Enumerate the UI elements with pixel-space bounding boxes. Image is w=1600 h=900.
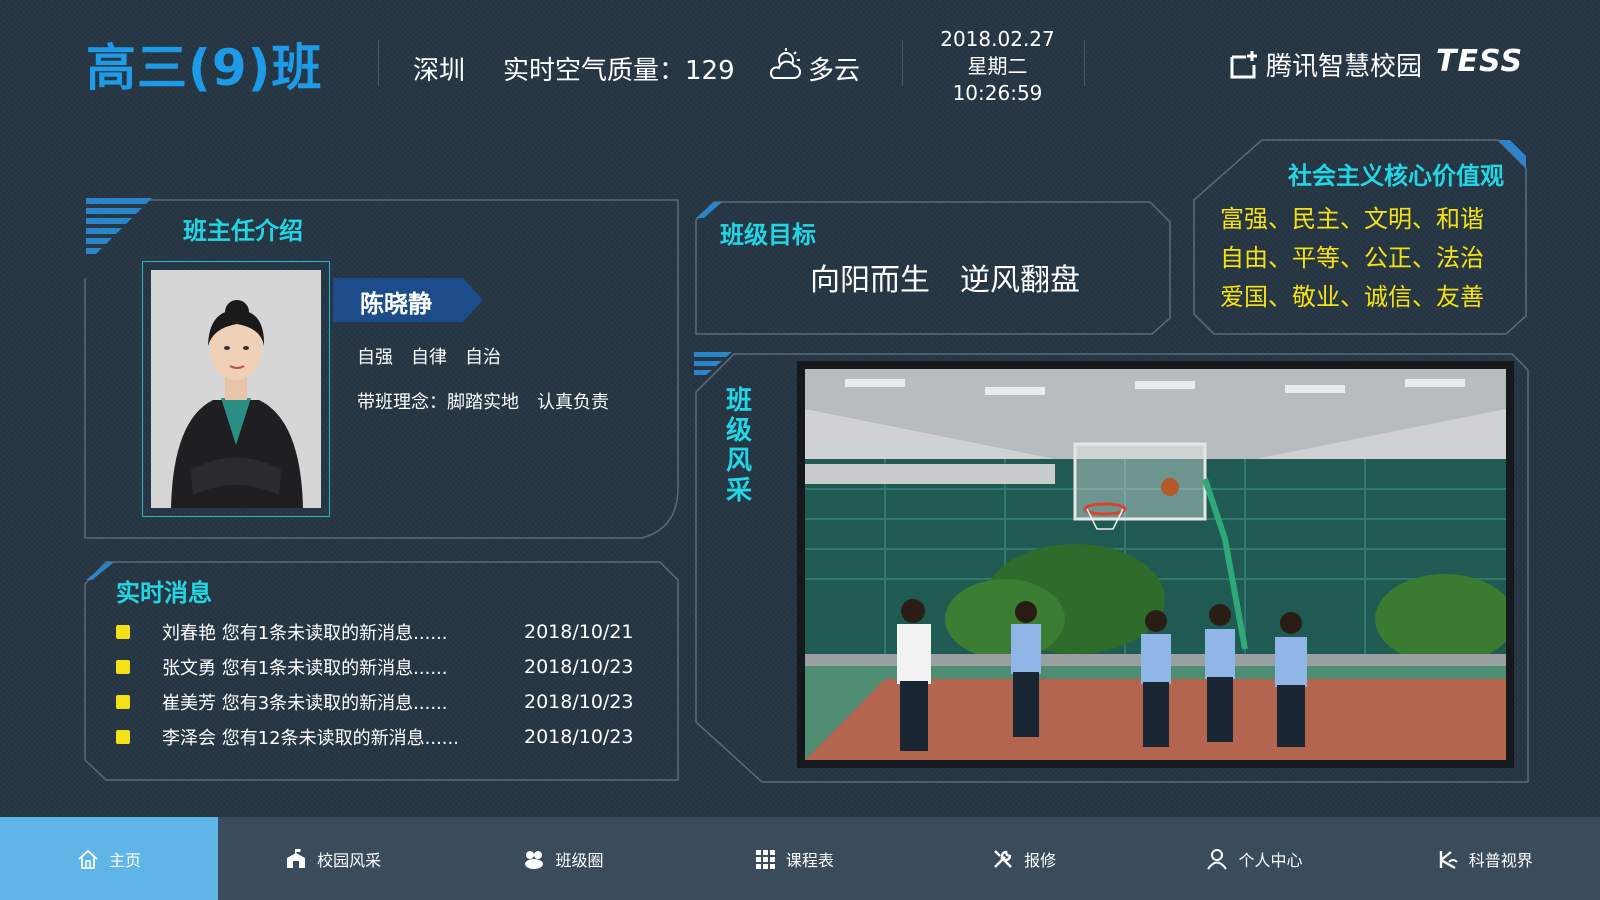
- nav-item-label: 校园风采: [317, 850, 382, 870]
- teacher-panel-stripes: [86, 198, 152, 254]
- date-label: 2018.02.27: [940, 27, 1055, 51]
- cloudy-weather-icon: [769, 48, 801, 79]
- air-quality-label: 实时空气质量：129: [503, 56, 735, 86]
- values-line: 自由、平等、公正、法治: [1220, 244, 1484, 272]
- news-item[interactable]: 李泽会 您有12条未读取的新消息...... 2018/10/23: [116, 719, 636, 754]
- teacher-panel-title: 班主任介绍: [183, 217, 303, 245]
- brand-logo: 腾讯智慧校园: [1228, 46, 1422, 83]
- news-item-text: 李泽会 您有12条未读取的新消息......: [162, 727, 459, 749]
- teacher-philosophy: 带班理念：脚踏实地 认真负责: [357, 392, 609, 413]
- city-label: 深圳: [413, 56, 466, 86]
- header-divider: [1084, 40, 1085, 86]
- news-panel-title: 实时消息: [116, 579, 212, 607]
- nav-item-label: 科普视界: [1468, 850, 1533, 870]
- grid-icon: [755, 849, 775, 869]
- science-icon: [1439, 850, 1458, 869]
- class-showcase-photo-frame[interactable]: [797, 361, 1514, 768]
- nav-item-profile[interactable]: 个人中心: [1139, 817, 1369, 900]
- news-item-text: 张文勇 您有1条未读取的新消息......: [162, 657, 448, 679]
- nav-item-home[interactable]: 主页: [0, 817, 218, 900]
- news-item-date: 2018/10/23: [524, 690, 634, 713]
- values-panel-title: 社会主义核心价值观: [1288, 162, 1504, 190]
- core-values-list: 富强、民主、文明、和谐 自由、平等、公正、法治 爱国、敬业、诚信、友善: [1220, 200, 1510, 317]
- weather-label: 多云: [808, 56, 861, 86]
- bullet-icon: [116, 694, 130, 709]
- news-item[interactable]: 崔美芳 您有3条未读取的新消息...... 2018/10/23: [116, 684, 636, 719]
- news-list: 刘春艳 您有1条未读取的新消息...... 2018/10/21 张文勇 您有1…: [116, 614, 636, 754]
- news-item[interactable]: 刘春艳 您有1条未读取的新消息...... 2018/10/21: [116, 614, 636, 649]
- user-icon: [1207, 848, 1228, 870]
- class-goal-text: 向阳而生 逆风翻盘: [810, 263, 1080, 298]
- nav-item-label: 主页: [108, 850, 141, 870]
- nav-item-schedule[interactable]: 课程表: [679, 817, 909, 900]
- basketball-court-image: [805, 369, 1506, 760]
- teacher-photo: [151, 270, 321, 508]
- tools-icon: [994, 849, 1012, 868]
- nav-item-label: 个人中心: [1238, 850, 1303, 870]
- nav-item-label: 报修: [1024, 850, 1057, 870]
- values-line: 富强、民主、文明、和谐: [1220, 205, 1484, 233]
- time-label: 10:26:59: [952, 81, 1043, 105]
- nav-item-science[interactable]: 科普视界: [1370, 817, 1600, 900]
- tess-logo: TESS: [1436, 44, 1524, 79]
- news-panel-stripes: [86, 562, 114, 580]
- nav-item-campus[interactable]: 校园风采: [218, 817, 448, 900]
- class-title: 高三(9)班: [86, 39, 323, 97]
- bullet-icon: [116, 659, 130, 674]
- news-item-date: 2018/10/23: [524, 725, 634, 748]
- brand-name: 腾讯智慧校园: [1266, 52, 1423, 82]
- class-showcase-photo: [805, 369, 1506, 760]
- news-item-date: 2018/10/23: [524, 655, 634, 678]
- teacher-name: 陈晓静: [360, 290, 432, 318]
- teacher-photo-frame: [142, 261, 330, 517]
- goal-panel-title: 班级目标: [720, 221, 816, 249]
- news-item[interactable]: 张文勇 您有1条未读取的新消息...... 2018/10/23: [116, 649, 636, 684]
- nav-item-class-circle[interactable]: 班级圈: [448, 817, 678, 900]
- news-item-text: 刘春艳 您有1条未读取的新消息......: [162, 622, 448, 644]
- teacher-motto: 自强 自律 自治: [357, 347, 501, 368]
- news-item-date: 2018/10/21: [524, 620, 634, 643]
- news-item-text: 崔美芳 您有3条未读取的新消息......: [162, 692, 448, 714]
- home-icon: [78, 849, 98, 869]
- class-circle-icon: [525, 850, 544, 869]
- datetime-block: 2018.02.27 星期二 10:26:59: [930, 26, 1065, 107]
- weekday-label: 星期二: [967, 54, 1028, 78]
- bullet-icon: [116, 624, 130, 639]
- bottom-nav: 主页 校园风采 班级圈 课程表 报修 个人中心 科普视界: [0, 817, 1600, 900]
- teacher-portrait-image: [151, 270, 321, 508]
- values-line: 爱国、敬业、诚信、友善: [1220, 283, 1484, 311]
- header-divider: [902, 40, 903, 86]
- school-icon: [287, 848, 306, 868]
- nav-item-label: 班级圈: [555, 850, 604, 870]
- nav-item-repair[interactable]: 报修: [909, 817, 1139, 900]
- bullet-icon: [116, 729, 130, 744]
- tencent-campus-logo-icon: [1230, 50, 1257, 78]
- nav-item-label: 课程表: [785, 850, 834, 870]
- showcase-panel-title: 班级风采: [725, 386, 752, 506]
- header-divider: [378, 40, 379, 86]
